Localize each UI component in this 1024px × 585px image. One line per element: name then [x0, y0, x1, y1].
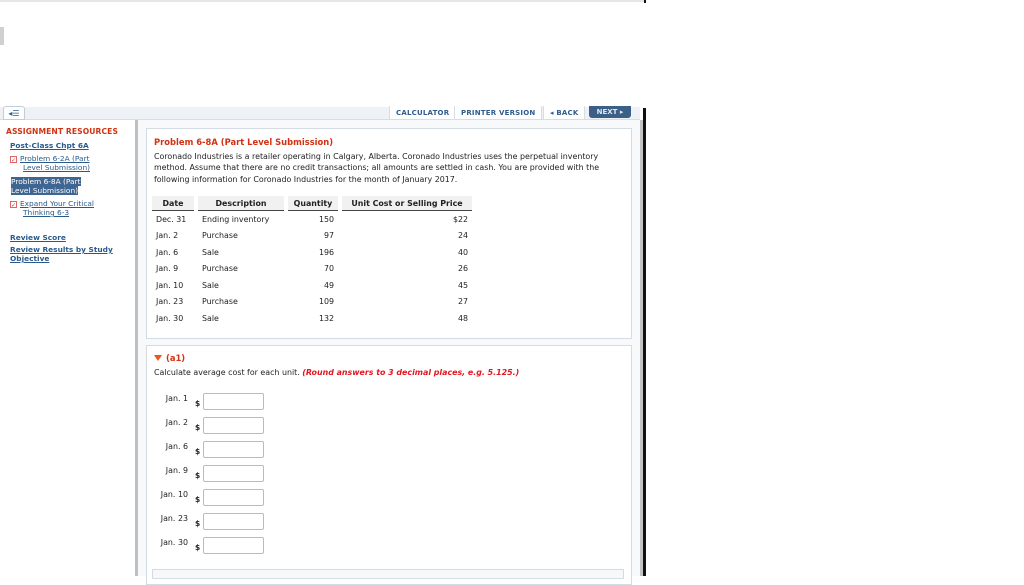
answer-date-label: Jan. 9: [165, 466, 188, 475]
currency-symbol: $: [195, 471, 201, 480]
table-row: Dec. 31 Ending inventory 150 $22: [152, 211, 472, 228]
cell-unit-cost: $22: [452, 214, 468, 224]
cell-quantity: 49: [323, 280, 334, 290]
sidebar-item-problem-6-2a[interactable]: ✓ Problem 6-2A (Part Level Submission): [10, 154, 120, 172]
average-cost-input[interactable]: [203, 513, 264, 530]
rounding-hint: (Round answers to 3 decimal places, e.g.…: [302, 368, 520, 377]
cell-date: Jan. 9: [156, 264, 179, 274]
cell-unit-cost: 40: [457, 247, 468, 257]
next-button[interactable]: NEXT ▸: [589, 106, 631, 118]
review-score-link[interactable]: Review Score: [10, 233, 66, 242]
answer-date-label: Jan. 1: [165, 394, 188, 403]
average-cost-input[interactable]: [203, 537, 264, 554]
sidebar-item-problem-6-8a-active[interactable]: Problem 6-8A (Part Level Submission): [11, 177, 102, 195]
collapse-sidebar-icon: ◂☰: [8, 108, 20, 118]
checked-icon: ✓: [10, 156, 17, 164]
table-row: Jan. 30 Sale 132 48: [152, 310, 472, 327]
currency-symbol: $: [195, 447, 201, 456]
cell-description: Purchase: [202, 231, 238, 241]
cell-description: Purchase: [202, 264, 238, 274]
assignment-resources-heading: ASSIGNMENT RESOURCES: [6, 127, 119, 136]
problem-title: Problem 6-8A (Part Level Submission): [154, 137, 334, 147]
header-quantity: Quantity: [288, 196, 338, 211]
cell-date: Dec. 31: [156, 214, 187, 224]
answer-row: Jan. 2 $: [150, 417, 280, 435]
cell-quantity: 196: [318, 247, 334, 257]
checked-icon: ✓: [10, 201, 17, 209]
currency-symbol: $: [195, 399, 201, 408]
cell-date: Jan. 6: [156, 247, 179, 257]
table-row: Jan. 2 Purchase 97 24: [152, 228, 472, 245]
window-right-edge: [643, 108, 646, 576]
printer-version-button[interactable]: PRINTER VERSION: [454, 106, 543, 120]
table-row: Jan. 9 Purchase 70 26: [152, 261, 472, 278]
sidebar-item-expand-critical-thinking[interactable]: ✓ Expand Your Critical Thinking 6-3: [10, 199, 120, 217]
cell-quantity: 132: [318, 313, 334, 323]
post-class-chapter-link[interactable]: Post-Class Chpt 6A: [10, 141, 89, 150]
cell-description: Sale: [202, 280, 219, 290]
table-header-row: Date Description Quantity Unit Cost or S…: [152, 196, 472, 211]
currency-symbol: $: [195, 519, 201, 528]
table-row: Jan. 6 Sale 196 40: [152, 244, 472, 261]
scroll-stub: [0, 27, 4, 45]
part-a1-instruction: Calculate average cost for each unit. (R…: [154, 368, 520, 377]
cell-date: Jan. 10: [156, 280, 184, 290]
review-results-link[interactable]: Review Results by Study Objective: [10, 245, 113, 263]
answer-row: Jan. 9 $: [150, 465, 280, 483]
part-a1-toggle[interactable]: (a1): [154, 353, 185, 363]
answer-row: Jan. 10 $: [150, 489, 280, 507]
table-row: Jan. 23 Purchase 109 27: [152, 294, 472, 311]
cell-description: Purchase: [202, 297, 238, 307]
expand-triangle-icon: [154, 355, 162, 361]
currency-symbol: $: [195, 423, 201, 432]
cell-unit-cost: 24: [457, 231, 468, 241]
answer-row: Jan. 6 $: [150, 441, 280, 459]
cell-date: Jan. 23: [156, 297, 184, 307]
collapse-sidebar-button[interactable]: ◂☰: [3, 106, 25, 120]
cell-quantity: 97: [323, 231, 334, 241]
cell-description: Ending inventory: [202, 214, 270, 224]
answer-date-label: Jan. 2: [165, 418, 188, 427]
answer-date-label: Jan. 10: [160, 490, 188, 499]
header-unit-cost: Unit Cost or Selling Price: [342, 196, 472, 211]
answer-date-label: Jan. 30: [160, 538, 188, 547]
calculator-button[interactable]: CALCULATOR: [389, 106, 457, 120]
table-row: Jan. 10 Sale 49 45: [152, 277, 472, 294]
average-cost-input[interactable]: [203, 465, 264, 482]
answer-date-label: Jan. 6: [165, 442, 188, 451]
cell-quantity: 70: [323, 264, 334, 274]
average-cost-input[interactable]: [203, 417, 264, 434]
next-part-panel: [152, 569, 624, 579]
answer-row: Jan. 30 $: [150, 537, 280, 555]
cell-unit-cost: 26: [457, 264, 468, 274]
currency-symbol: $: [195, 543, 201, 552]
cell-description: Sale: [202, 313, 219, 323]
average-cost-input[interactable]: [203, 489, 264, 506]
answer-date-label: Jan. 23: [160, 514, 188, 523]
back-button[interactable]: ◂ BACK: [543, 106, 586, 120]
problem-description: Coronado Industries is a retailer operat…: [154, 152, 600, 184]
window-top-edge: [0, 0, 645, 2]
cell-date: Jan. 2: [156, 231, 179, 241]
answer-row: Jan. 1 $: [150, 393, 280, 411]
cell-unit-cost: 45: [457, 280, 468, 290]
header-description: Description: [198, 196, 284, 211]
answer-row: Jan. 23 $: [150, 513, 280, 531]
cell-unit-cost: 27: [457, 297, 468, 307]
cell-description: Sale: [202, 247, 219, 257]
cell-date: Jan. 30: [156, 313, 184, 323]
average-cost-input[interactable]: [203, 441, 264, 458]
currency-symbol: $: [195, 495, 201, 504]
average-cost-input[interactable]: [203, 393, 264, 410]
cell-quantity: 150: [318, 214, 334, 224]
cell-unit-cost: 48: [457, 313, 468, 323]
window-corner-marker: [644, 0, 646, 3]
inventory-table: Date Description Quantity Unit Cost or S…: [152, 196, 472, 327]
header-date: Date: [152, 196, 194, 211]
cell-quantity: 109: [318, 297, 334, 307]
